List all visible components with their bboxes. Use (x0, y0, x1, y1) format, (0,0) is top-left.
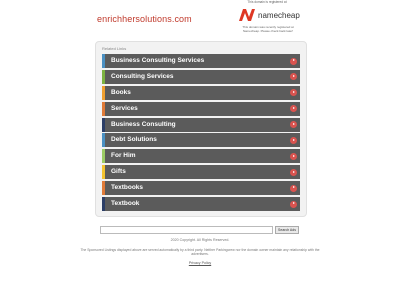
color-accent-bar (102, 117, 105, 132)
registered-caption: This domain is registered at (247, 0, 287, 4)
related-link-item[interactable]: Business Consulting (102, 117, 300, 132)
arrow-right-icon (290, 200, 297, 208)
copyright-text: 2020 Copyright. All Rights Reserved. (170, 238, 230, 242)
arrow-right-icon (290, 57, 297, 65)
related-link-label: Services (111, 104, 138, 112)
related-link-label: Gifts (111, 168, 126, 176)
arrow-right-icon (290, 105, 297, 113)
domain-name: enrichhersolutions.com (97, 14, 192, 24)
related-link-label: For Him (111, 152, 136, 160)
related-links-list: Business Consulting Services Consulting S… (102, 54, 300, 213)
color-accent-bar (102, 197, 105, 212)
search-input[interactable] (100, 226, 273, 234)
color-accent-bar (102, 181, 105, 196)
arrow-right-icon (290, 89, 297, 97)
related-link-item[interactable]: Services (102, 101, 300, 116)
arrow-right-icon (290, 168, 297, 176)
related-links-panel: Related Links Business Consulting Servic… (95, 41, 307, 217)
search-bar: Search Ads (100, 226, 300, 234)
related-link-label: Business Consulting Services (111, 57, 205, 64)
related-link-label: Textbooks (111, 184, 144, 192)
color-accent-bar (102, 133, 105, 148)
namecheap-logo[interactable]: namecheap (238, 7, 300, 23)
arrow-right-icon (290, 121, 297, 129)
color-accent-bar (102, 165, 105, 180)
related-link-item[interactable]: Textbooks (102, 181, 300, 196)
color-accent-bar (102, 54, 105, 68)
color-accent-bar (102, 101, 105, 116)
registrar-note: This domain was recently registered at N… (242, 25, 294, 33)
header: enrichhersolutions.com This domain is re… (0, 0, 400, 40)
related-link-item[interactable]: Debt Solutions (102, 133, 300, 148)
search-ads-button[interactable]: Search Ads (275, 226, 299, 234)
related-link-item[interactable]: Books (102, 85, 300, 100)
namecheap-wordmark: namecheap (258, 11, 300, 20)
related-link-item[interactable]: For Him (102, 149, 300, 164)
related-link-item[interactable]: Business Consulting Services (102, 54, 300, 68)
related-link-item[interactable]: Gifts (102, 165, 300, 180)
related-link-label: Consulting Services (111, 72, 174, 80)
arrow-right-icon (290, 136, 297, 144)
namecheap-n-icon (239, 9, 255, 21)
related-link-label: Debt Solutions (111, 136, 157, 144)
related-link-label: Books (111, 88, 131, 96)
related-link-item[interactable]: Textbook (102, 197, 300, 212)
arrow-right-icon (290, 73, 297, 81)
arrow-right-icon (290, 184, 297, 192)
color-accent-bar (102, 149, 105, 164)
disclaimer-text: The Sponsored Listings displayed above a… (80, 248, 320, 257)
privacy-policy-link[interactable]: Privacy Policy (0, 261, 400, 265)
related-links-title: Related Links (102, 46, 127, 51)
color-accent-bar (102, 85, 105, 100)
related-link-label: Textbook (111, 200, 140, 208)
related-link-item[interactable]: Consulting Services (102, 69, 300, 84)
color-accent-bar (102, 69, 105, 84)
related-link-label: Business Consulting (111, 120, 176, 128)
arrow-right-icon (290, 152, 297, 160)
